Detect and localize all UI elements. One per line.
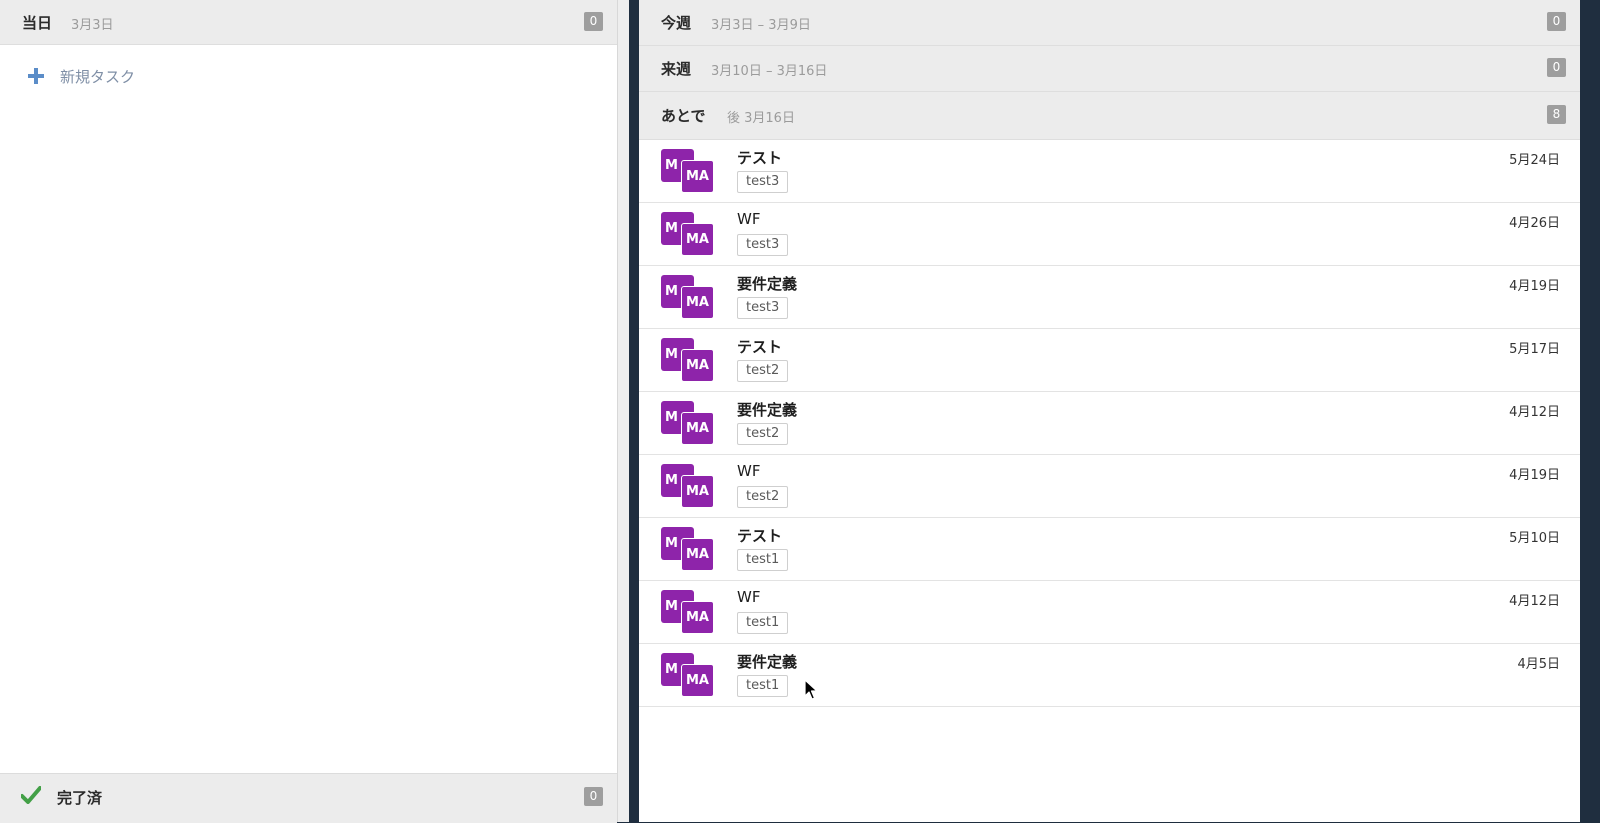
project-tag[interactable]: test1 — [737, 549, 789, 571]
assignee-avatar: MA — [681, 538, 714, 571]
today-panel: 当日 3月3日 0 新規タスク 完了済 0 — [0, 0, 617, 823]
task-row[interactable]: M MA 要件定義 test3 4月19日 — [639, 266, 1580, 329]
project-tag[interactable]: test3 — [737, 297, 789, 319]
plus-icon — [28, 68, 44, 84]
this-week-count-badge: 0 — [1547, 12, 1566, 31]
assignee-avatar: MA — [681, 475, 714, 508]
project-tag[interactable]: test2 — [737, 423, 789, 445]
window-edge — [1580, 0, 1600, 822]
assignee-avatar: MA — [681, 286, 714, 319]
left-scrollbar[interactable] — [617, 0, 629, 822]
task-due-date: 4月12日 — [1509, 405, 1560, 420]
task-row[interactable]: M MA 要件定義 test1 4月5日 — [639, 644, 1580, 707]
task-due-date: 4月5日 — [1517, 657, 1560, 672]
new-task-label: 新規タスク — [60, 67, 136, 86]
task-due-date: 5月10日 — [1509, 531, 1560, 546]
task-row[interactable]: M MA WF test1 4月12日 — [639, 581, 1580, 644]
done-count-badge: 0 — [584, 787, 603, 806]
project-tag[interactable]: test1 — [737, 675, 789, 697]
done-title: 完了済 — [57, 789, 103, 807]
task-row[interactable]: M MA テスト test2 5月17日 — [639, 329, 1580, 392]
today-count-badge: 0 — [584, 12, 603, 31]
later-range: 後 3月16日 — [727, 111, 795, 126]
project-tag[interactable]: test2 — [737, 360, 789, 382]
task-due-date: 5月24日 — [1509, 153, 1560, 168]
next-week-title: 来週 — [661, 60, 692, 78]
this-week-header[interactable]: 今週 3月3日 – 3月9日 0 — [639, 0, 1580, 46]
today-date: 3月3日 — [71, 18, 114, 33]
task-title: 要件定義 — [737, 401, 798, 419]
next-week-count-badge: 0 — [1547, 58, 1566, 77]
later-title: あとで — [661, 107, 706, 125]
today-header[interactable]: 当日 3月3日 0 — [0, 0, 617, 45]
assignee-avatar: MA — [681, 664, 714, 697]
today-title: 当日 — [22, 14, 53, 32]
task-row[interactable]: M MA 要件定義 test2 4月12日 — [639, 392, 1580, 455]
assignee-avatar: MA — [681, 349, 714, 382]
task-due-date: 4月19日 — [1509, 279, 1560, 294]
later-header[interactable]: あとで 後 3月16日 8 — [639, 92, 1580, 140]
task-title: WF — [737, 588, 761, 606]
later-count-badge: 8 — [1547, 105, 1566, 124]
panel-divider — [629, 0, 639, 822]
task-due-date: 4月19日 — [1509, 468, 1560, 483]
assignee-avatar: MA — [681, 412, 714, 445]
assignee-avatar: MA — [681, 160, 714, 193]
task-row[interactable]: M MA テスト test1 5月10日 — [639, 518, 1580, 581]
task-title: テスト — [737, 149, 783, 167]
project-tag[interactable]: test3 — [737, 234, 789, 256]
project-tag[interactable]: test3 — [737, 171, 789, 193]
next-week-range: 3月10日 – 3月16日 — [711, 64, 828, 79]
task-title: 要件定義 — [737, 275, 798, 293]
task-due-date: 4月12日 — [1509, 594, 1560, 609]
assignee-avatar: MA — [681, 601, 714, 634]
project-tag[interactable]: test2 — [737, 486, 789, 508]
cursor-icon — [804, 679, 818, 700]
task-title: 要件定義 — [737, 653, 798, 671]
next-week-header[interactable]: 来週 3月10日 – 3月16日 0 — [639, 46, 1580, 92]
task-title: WF — [737, 462, 761, 480]
task-due-date: 4月26日 — [1509, 216, 1560, 231]
assignee-avatar: MA — [681, 223, 714, 256]
task-title: テスト — [737, 527, 783, 545]
task-row[interactable]: M MA WF test2 4月19日 — [639, 455, 1580, 518]
this-week-range: 3月3日 – 3月9日 — [711, 18, 811, 33]
task-row[interactable]: M MA テスト test3 5月24日 — [639, 140, 1580, 203]
done-section-header[interactable]: 完了済 0 — [0, 773, 617, 823]
this-week-title: 今週 — [661, 14, 692, 32]
task-title: WF — [737, 210, 761, 228]
task-title: テスト — [737, 338, 783, 356]
upcoming-panel: 今週 3月3日 – 3月9日 0 来週 3月10日 – 3月16日 0 あとで … — [639, 0, 1580, 822]
task-row[interactable]: M MA WF test3 4月26日 — [639, 203, 1580, 266]
task-due-date: 5月17日 — [1509, 342, 1560, 357]
check-icon — [21, 786, 41, 804]
new-task-button[interactable]: 新規タスク — [28, 64, 135, 88]
project-tag[interactable]: test1 — [737, 612, 789, 634]
